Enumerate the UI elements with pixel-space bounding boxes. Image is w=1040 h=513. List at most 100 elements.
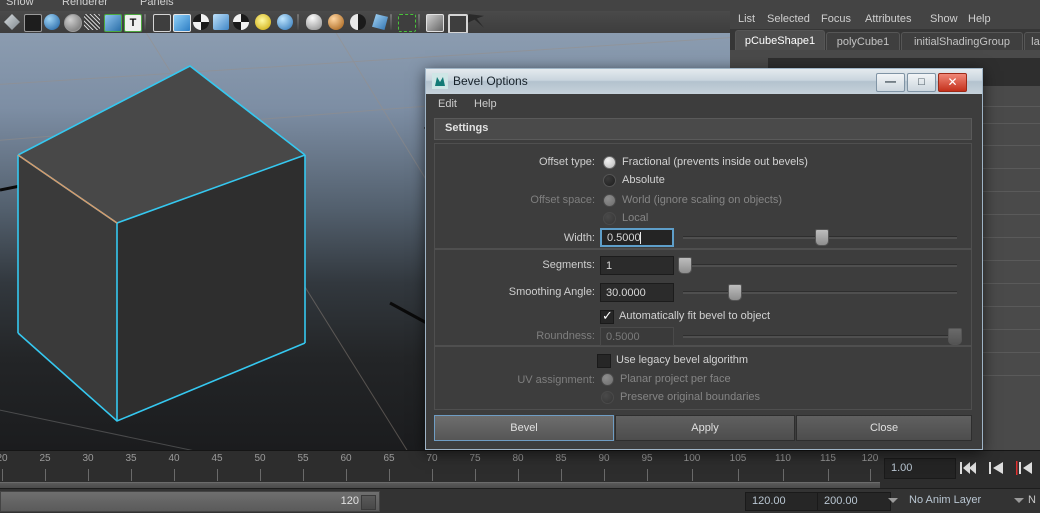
prev-key-icon[interactable] — [1014, 460, 1034, 476]
tl-label-65: 65 — [383, 453, 395, 464]
minimize-glyph: — — [885, 76, 896, 88]
shelf-film-icon[interactable] — [24, 14, 42, 32]
radio-local — [603, 212, 616, 225]
ae-menu-list[interactable]: List — [738, 13, 755, 25]
ae-menu-attributes[interactable]: Attributes — [865, 13, 911, 25]
menu-renderer[interactable]: Renderer — [62, 0, 108, 8]
tab-pcubeshape1[interactable]: pCubeShape1 — [735, 30, 825, 51]
tab-initialshadinggroup[interactable]: initialShadingGroup — [901, 32, 1023, 51]
legacy-label[interactable]: Use legacy bevel algorithm — [616, 354, 748, 366]
shelf-checker-ball-icon[interactable] — [233, 14, 249, 30]
label-fractional[interactable]: Fractional (prevents inside out bevels) — [622, 156, 808, 168]
anim-layer-field[interactable]: No Anim Layer — [903, 492, 1021, 509]
tl-label-55: 55 — [297, 453, 309, 464]
offset-group: Offset type: Fractional (prevents inside… — [434, 143, 972, 249]
ae-menu-focus[interactable]: Focus — [821, 13, 851, 25]
tl-label-90: 90 — [598, 453, 610, 464]
legacy-checkbox[interactable] — [597, 354, 611, 368]
range-end-field[interactable]: 200.00 — [817, 492, 891, 511]
ae-menu-selected[interactable]: Selected — [767, 13, 810, 25]
dialog-menu-bar: Edit Help — [426, 94, 982, 114]
label-local: Local — [622, 212, 649, 224]
go-to-start-icon[interactable] — [958, 460, 978, 476]
close-glyph: ✕ — [947, 75, 958, 89]
roundness-input: 0.5000 — [600, 327, 674, 346]
smoothing-slider-track[interactable] — [683, 291, 957, 294]
shelf-separator-4 — [418, 14, 420, 30]
auto-fit-label[interactable]: Automatically fit bevel to object — [619, 310, 770, 322]
shelf-separator-2 — [297, 14, 299, 30]
dialog-title-bar[interactable]: Bevel Options — □ ✕ — [426, 69, 982, 95]
shelf-checker-sphere-icon[interactable] — [193, 14, 209, 30]
shelf-wire-cube-icon[interactable] — [153, 14, 171, 32]
shelf-shaded-cube-icon[interactable] — [173, 14, 191, 32]
smoothing-slider-handle[interactable] — [728, 284, 742, 301]
tab-polycube1[interactable]: polyCube1 — [826, 32, 900, 51]
shelf-blue-shape-icon[interactable] — [372, 14, 388, 30]
shelf-gray-sphere-icon[interactable] — [64, 14, 82, 32]
attribute-editor-tabs: pCubeShape1 polyCube1 initialShadingGrou… — [730, 29, 1040, 51]
shelf-gray-cube-icon[interactable] — [426, 14, 444, 32]
segments-label: Segments: — [542, 259, 595, 271]
dialog-menu-edit[interactable]: Edit — [438, 98, 457, 110]
shelf-yellow-light-icon[interactable] — [255, 14, 271, 30]
width-slider-handle[interactable] — [815, 229, 829, 246]
minimize-button[interactable]: — — [876, 73, 905, 92]
shelf-blue-light-icon[interactable] — [277, 14, 293, 30]
label-absolute[interactable]: Absolute — [622, 174, 665, 186]
shelf-wireframe-icon[interactable] — [84, 14, 100, 30]
shelf-share-icon[interactable] — [468, 14, 484, 28]
radio-world — [603, 194, 616, 207]
radio-fractional[interactable] — [603, 156, 616, 169]
shelf-halftone-icon[interactable] — [350, 14, 366, 30]
auto-fit-checkbox[interactable]: ✓ — [600, 308, 614, 324]
range-value: 120 — [340, 495, 359, 507]
shelf-orange-ball-icon[interactable] — [328, 14, 344, 30]
width-input[interactable]: 0.5000 — [600, 228, 674, 247]
chevron-down-icon-2[interactable] — [1014, 498, 1024, 503]
maximize-button[interactable]: □ — [907, 73, 936, 92]
smoothing-angle-input[interactable]: 30.0000 — [600, 283, 674, 302]
tl-label-100: 100 — [683, 453, 701, 464]
radio-absolute[interactable] — [603, 174, 616, 187]
close-dialog-button[interactable]: Close — [796, 415, 972, 441]
ae-menu-help[interactable]: Help — [968, 13, 991, 25]
label-world: World (ignore scaling on objects) — [622, 194, 782, 206]
shelf-text-icon[interactable]: T — [124, 14, 142, 32]
tl-label-30: 30 — [82, 453, 94, 464]
apply-button[interactable]: Apply — [615, 415, 795, 441]
shelf-frame-icon[interactable] — [448, 14, 468, 34]
menu-show[interactable]: Show — [6, 0, 34, 8]
bevel-button[interactable]: Bevel — [434, 415, 614, 441]
dialog-menu-help[interactable]: Help — [474, 98, 497, 110]
tl-label-80: 80 — [512, 453, 524, 464]
shelf-marquee-icon[interactable] — [398, 14, 416, 32]
settings-section-header[interactable]: Settings — [434, 118, 972, 140]
tab-lambert[interactable]: lam — [1024, 32, 1040, 51]
segments-input[interactable]: 1 — [600, 256, 674, 275]
tl-label-70: 70 — [426, 453, 438, 464]
range-start-field[interactable]: 120.00 — [745, 492, 819, 511]
step-back-icon[interactable] — [986, 460, 1006, 476]
shelf-blue-sphere-icon[interactable] — [44, 14, 60, 30]
shelf-separator-1 — [144, 14, 146, 30]
time-slider[interactable]: 20 25 30 35 40 45 50 55 60 65 70 75 80 8… — [0, 450, 880, 489]
offset-type-label: Offset type: — [538, 156, 595, 168]
shelf-blue-cube-icon[interactable] — [213, 14, 229, 30]
shelf-diamond-icon[interactable] — [4, 14, 20, 30]
roundness-slider-track — [683, 335, 957, 338]
radio-preserve-boundaries — [601, 391, 614, 404]
range-grip[interactable] — [361, 495, 376, 510]
close-button[interactable]: ✕ — [938, 73, 967, 92]
segments-slider-track[interactable] — [683, 264, 957, 267]
ae-menu-show[interactable]: Show — [930, 13, 958, 25]
chevron-down-icon-1[interactable] — [888, 498, 898, 503]
range-slider[interactable]: 120 — [0, 491, 380, 512]
menu-panels[interactable]: Panels — [140, 0, 174, 8]
shelf-spotlight-icon[interactable] — [306, 14, 322, 30]
current-frame-field[interactable]: 1.00 — [884, 458, 956, 479]
tl-label-110: 110 — [775, 453, 791, 464]
shelf-texture-icon[interactable] — [104, 14, 122, 32]
settings-header-label: Settings — [445, 122, 489, 134]
segments-slider-handle[interactable] — [678, 257, 692, 274]
